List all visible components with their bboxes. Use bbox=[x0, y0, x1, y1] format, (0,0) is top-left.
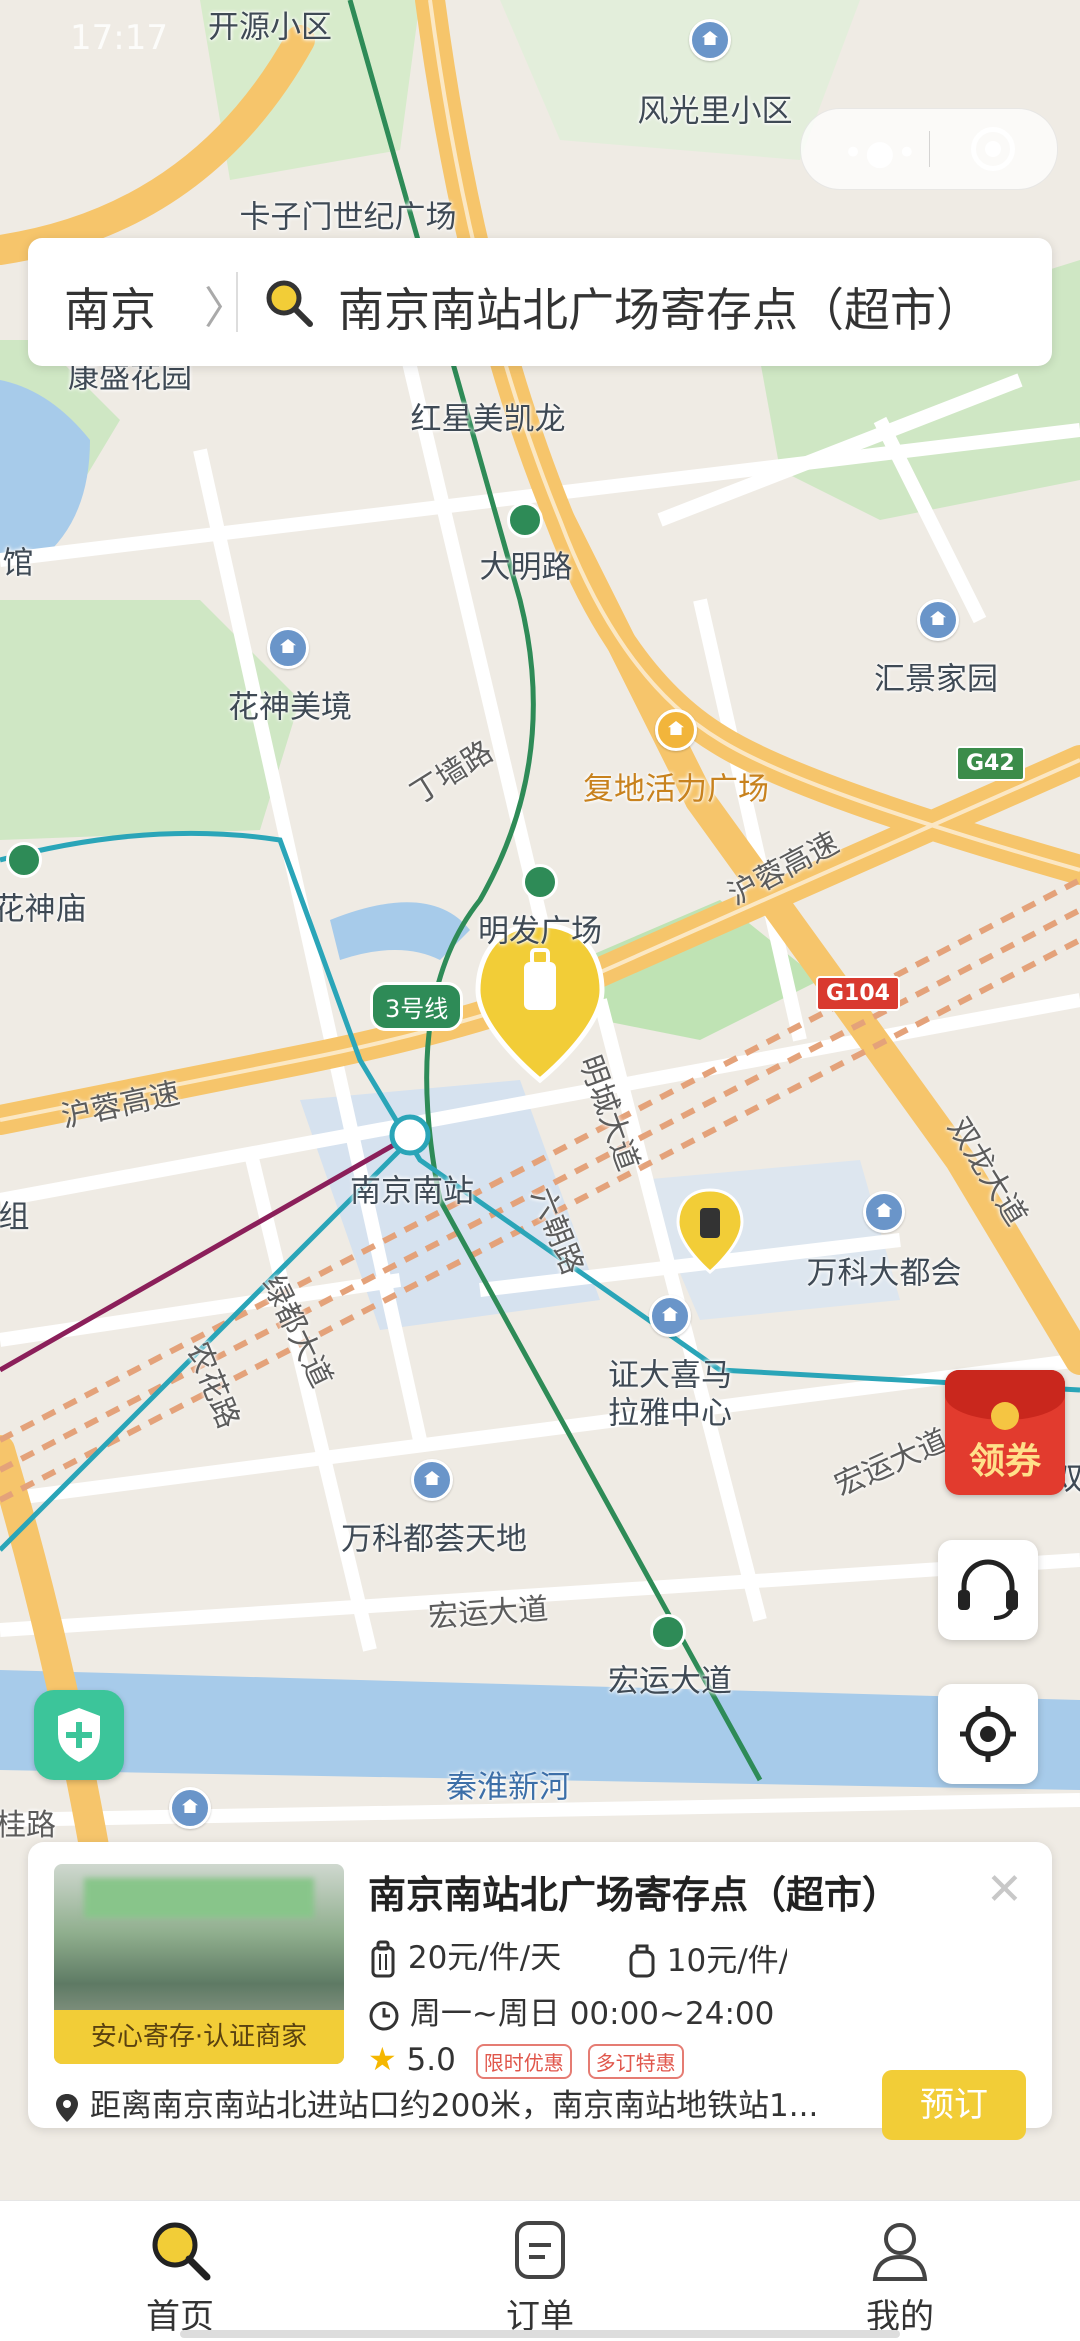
highway-shield-g42: G42 bbox=[956, 746, 1025, 781]
tab-bar: 首页 订单 我的 bbox=[0, 2200, 1080, 2341]
address-text: 距离南京南站北进站口约200米，南京南站地铁站1... bbox=[90, 2088, 818, 2124]
large-luggage-icon bbox=[368, 1940, 398, 1980]
more-icon[interactable]: •●• bbox=[843, 133, 919, 173]
order-icon bbox=[505, 2215, 575, 2285]
map-label: 红星美凯龙 bbox=[411, 394, 566, 439]
map-label: 万科大都会 bbox=[807, 1248, 962, 1293]
book-button[interactable]: 预订 bbox=[882, 2070, 1026, 2140]
locate-button[interactable] bbox=[938, 1684, 1038, 1784]
safety-shield-button[interactable] bbox=[34, 1690, 124, 1780]
location-pin-icon bbox=[54, 2092, 80, 2124]
promo-badge: 限时优惠 bbox=[476, 2044, 572, 2079]
close-icon[interactable]: ✕ bbox=[986, 1864, 1023, 1915]
map-label: 花神美境 bbox=[228, 682, 352, 727]
capsule-divider bbox=[929, 131, 930, 167]
promo-badge: 多订特惠 bbox=[588, 2044, 684, 2079]
tab-orders[interactable]: 订单 bbox=[440, 2215, 640, 2338]
coupon-label: 领券 bbox=[945, 1432, 1065, 1484]
map-label: 南京南站 bbox=[350, 1166, 474, 1211]
highway-shield-g104: G104 bbox=[816, 976, 900, 1011]
map-label: 拉雅中心 bbox=[608, 1388, 732, 1433]
status-time: 17:17 bbox=[70, 18, 168, 58]
poi-huijing-icon bbox=[917, 599, 959, 641]
map-label: 明发广场 bbox=[478, 906, 602, 951]
map-label: 桂路 bbox=[0, 1800, 56, 1844]
poi-bottom-icon bbox=[169, 1787, 211, 1829]
tab-home[interactable]: 首页 bbox=[80, 2215, 280, 2338]
envelope-seal-icon bbox=[991, 1402, 1019, 1430]
metro-station-hongyun-icon bbox=[650, 1614, 686, 1650]
store-sign bbox=[84, 1878, 314, 1918]
star-icon: ★ bbox=[368, 2040, 397, 2078]
close-miniprogram-icon[interactable] bbox=[971, 127, 1015, 171]
status-bar: 17:17 bbox=[0, 0, 1080, 80]
search-input[interactable]: 南京南站北广场寄存点（超市） bbox=[338, 274, 982, 340]
metro-station-huashenmiao-icon bbox=[6, 842, 42, 878]
poi-wankedu-icon bbox=[411, 1459, 453, 1501]
shield-icon bbox=[34, 1690, 124, 1780]
store-hours: 周一~周日 00:00~24:00 bbox=[410, 1996, 774, 2032]
map-label: 大明路 bbox=[480, 542, 573, 587]
map-label: 宏运大道 bbox=[427, 1584, 550, 1636]
map-label: 花神庙 bbox=[0, 884, 87, 929]
search-icon bbox=[145, 2215, 215, 2285]
home-indicator bbox=[180, 2330, 900, 2338]
metro-line-badge: 3号线 bbox=[370, 982, 463, 1031]
search-divider bbox=[236, 272, 238, 332]
certified-ribbon: 安心寄存·认证商家 bbox=[54, 2010, 344, 2064]
locate-icon bbox=[938, 1684, 1038, 1784]
poi-zhengda-icon bbox=[649, 1295, 691, 1337]
store-address[interactable]: 距离南京南站北进站口约200米，南京南站地铁站1... bbox=[54, 2080, 894, 2125]
map-label: 复地活力广场 bbox=[583, 764, 769, 809]
map-label: 卡子门世纪广场 bbox=[240, 192, 457, 237]
price-small: 10元/件/天 bbox=[667, 1935, 787, 1980]
metro-station-mingfa-icon bbox=[522, 864, 558, 900]
metro-station-daminglu-icon bbox=[507, 502, 543, 538]
mall-icon bbox=[655, 709, 697, 751]
map-label: 馆 bbox=[3, 538, 34, 583]
miniprogram-capsule[interactable]: •●• bbox=[800, 108, 1058, 190]
map-label: 秦淮新河 bbox=[446, 1762, 570, 1807]
store-card[interactable]: 安心寄存·认证商家 南京南站北广场寄存点（超市） ✕ 20元/件/天 10元/件… bbox=[28, 1842, 1052, 2128]
map-label: 组 bbox=[0, 1192, 30, 1237]
chevron-right-icon[interactable]: 〉 bbox=[204, 272, 248, 336]
store-photo[interactable]: 安心寄存·认证商家 bbox=[54, 1864, 344, 2064]
poi-wanke-icon bbox=[863, 1191, 905, 1233]
search-bar[interactable]: 南京 〉 南京南站北广场寄存点（超市） bbox=[28, 238, 1052, 366]
hours-row: 周一~周日 00:00~24:00 bbox=[368, 1988, 774, 2033]
headset-icon bbox=[938, 1540, 1038, 1640]
customer-service-button[interactable] bbox=[938, 1540, 1038, 1640]
price-row: 20元/件/天 10元/件/天 bbox=[368, 1932, 787, 1980]
map-label: 万科都荟天地 bbox=[341, 1514, 527, 1559]
price-large: 20元/件/天 bbox=[408, 1940, 561, 1976]
search-icon bbox=[264, 278, 314, 328]
store-title[interactable]: 南京南站北广场寄存点（超市） bbox=[368, 1864, 900, 1919]
small-luggage-icon bbox=[627, 1940, 657, 1980]
map-label: 风光里小区 bbox=[638, 86, 793, 131]
coupon-button[interactable]: 领券 bbox=[945, 1370, 1065, 1495]
city-selector[interactable]: 南京 bbox=[64, 274, 156, 340]
clock-icon bbox=[368, 2000, 400, 2032]
tab-profile[interactable]: 我的 bbox=[800, 2215, 1000, 2338]
store-rating: 5.0 bbox=[407, 2042, 456, 2078]
map-label: 汇景家园 bbox=[874, 654, 998, 699]
poi-huashen-icon bbox=[267, 627, 309, 669]
profile-icon bbox=[865, 2215, 935, 2285]
rating-row: ★ 5.0 限时优惠 多订特惠 bbox=[368, 2040, 684, 2079]
map-label: 宏运大道 bbox=[608, 1656, 732, 1701]
